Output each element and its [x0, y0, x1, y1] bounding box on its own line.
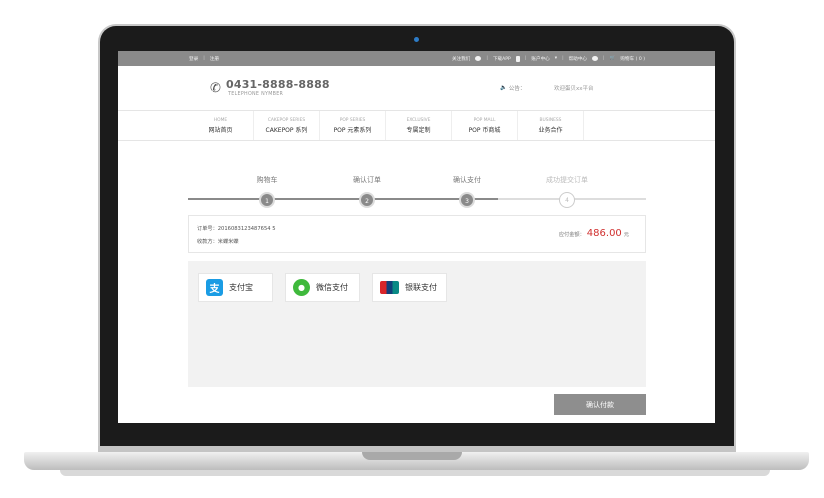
- nav-item-home[interactable]: HOME 网站首页: [188, 111, 254, 140]
- header: ✆ 0431-8888-8888 TELEPHONE NYMBER 🔈 公告： …: [118, 66, 715, 110]
- separator: |: [524, 56, 527, 61]
- wechat-pay-option[interactable]: ● 微信支付: [285, 273, 360, 302]
- chevron-down-icon: ▾: [554, 56, 558, 61]
- laptop-notch: [362, 452, 462, 460]
- phone-subtitle: TELEPHONE NYMBER: [228, 92, 284, 97]
- nav-item-en: POP SERIES: [339, 118, 366, 123]
- phone-icon: [515, 55, 520, 62]
- login-link[interactable]: 登录: [189, 56, 198, 62]
- nav-item-exclusive[interactable]: EXCLUSIVE 专属定制: [386, 111, 452, 140]
- help-icon: [592, 56, 599, 61]
- speaker-icon: 🔈: [500, 85, 507, 91]
- amount-label: 应付金额：: [558, 232, 585, 238]
- order-number: 订单号：2016083123487654 5: [197, 226, 276, 232]
- account-center-link[interactable]: 账户中心: [531, 56, 549, 62]
- screen: 登录 | 注册 关注我们 | 下载APP | 账户中心 ▾ | 帮助中心 | 🛒…: [118, 51, 715, 423]
- order-info: 订单号：2016083123487654 5 收款方：米蝶米蝶 应付金额： 48…: [188, 215, 646, 253]
- nav-item-en: EXCLUSIVE: [406, 118, 431, 123]
- camera-dot: [414, 37, 419, 42]
- amount-value: 486.00: [586, 228, 622, 239]
- wechat-pay-icon: ●: [293, 279, 310, 296]
- nav-item-cn: POP 币商城: [468, 127, 501, 134]
- step-cart: 购物车 1: [232, 175, 302, 208]
- top-bar: 登录 | 注册 关注我们 | 下载APP | 账户中心 ▾ | 帮助中心 | 🛒…: [118, 51, 715, 66]
- separator: |: [562, 56, 564, 61]
- step-confirm-order: 确认订单 2: [332, 175, 402, 208]
- step-confirm-pay: 确认支付 3: [432, 175, 502, 208]
- step-label: 购物车: [256, 176, 278, 184]
- nav-item-en: CAKEPOP SERIES: [267, 118, 306, 123]
- register-link[interactable]: 注册: [210, 56, 219, 62]
- nav-item-cn: POP 元素系列: [333, 127, 372, 134]
- help-center-link[interactable]: 帮助中心: [569, 56, 587, 62]
- wechat-icon: [475, 56, 482, 61]
- step-label: 确认支付: [453, 176, 481, 184]
- nav-item-cn: 专属定制: [406, 127, 431, 134]
- nav-item-pop-mall[interactable]: POP MALL POP 币商城: [452, 111, 518, 140]
- unionpay-option[interactable]: 银联支付: [372, 273, 447, 302]
- step-label: 确认订单: [353, 176, 381, 184]
- alipay-label: 支付宝: [229, 283, 253, 292]
- payment-methods: 支 支付宝 ● 微信支付 银联支付: [188, 261, 646, 387]
- step-number: 1: [259, 192, 275, 208]
- order-amount: 应付金额： 486.00 元: [559, 228, 629, 239]
- cart-link[interactable]: 购物车 ( 0 ): [620, 56, 645, 62]
- welcome-text: 欢迎蛋贝xx平台: [554, 86, 594, 92]
- phone-number: 0431-8888-8888: [226, 78, 330, 91]
- order-payee: 收款方：米蝶米蝶: [197, 239, 239, 245]
- main-nav: HOME 网站首页 CAKEPOP SERIES CAKEPOP 系列 POP …: [118, 110, 715, 141]
- download-app-link[interactable]: 下载APP: [493, 56, 511, 62]
- laptop-mockup: 登录 | 注册 关注我们 | 下载APP | 账户中心 ▾ | 帮助中心 | 🛒…: [0, 0, 824, 498]
- step-number: 3: [459, 192, 475, 208]
- separator: |: [603, 56, 605, 61]
- nav-item-en: HOME: [213, 118, 228, 123]
- separator: |: [486, 56, 488, 61]
- telephone-icon: ✆: [210, 81, 221, 96]
- alipay-option[interactable]: 支 支付宝: [198, 273, 273, 302]
- wechat-pay-label: 微信支付: [316, 283, 348, 292]
- step-number: 4: [559, 192, 575, 208]
- nav-item-cn: CAKEPOP 系列: [265, 127, 308, 134]
- confirm-payment-button[interactable]: 确认付款: [554, 394, 646, 415]
- step-label: 成功提交订单: [546, 176, 588, 184]
- nav-item-cn: 网站首页: [208, 127, 233, 134]
- notice[interactable]: 🔈 公告：: [500, 84, 525, 92]
- nav-item-cakepop[interactable]: CAKEPOP SERIES CAKEPOP 系列: [254, 111, 320, 140]
- nav-item-business[interactable]: BUSINESS 业务合作: [518, 111, 584, 140]
- amount-unit: 元: [623, 232, 629, 238]
- unionpay-label: 银联支付: [405, 283, 437, 292]
- checkout-steps: 购物车 1 确认订单 2 确认支付 3 成功提交订单 4: [188, 175, 646, 215]
- step-submitted: 成功提交订单 4: [532, 175, 602, 208]
- alipay-icon: 支: [206, 279, 223, 296]
- nav-item-en: POP MALL: [473, 118, 496, 123]
- separator: |: [203, 56, 205, 61]
- notice-label: 公告：: [508, 86, 526, 92]
- cart-icon: 🛒: [609, 56, 616, 61]
- step-number: 2: [359, 192, 375, 208]
- nav-item-cn: 业务合作: [538, 127, 563, 134]
- follow-link[interactable]: 关注我们: [452, 56, 470, 62]
- nav-item-en: BUSINESS: [539, 118, 562, 123]
- nav-item-pop-series[interactable]: POP SERIES POP 元素系列: [320, 111, 386, 140]
- unionpay-icon: [380, 281, 399, 294]
- laptop-base-shadow: [60, 470, 770, 476]
